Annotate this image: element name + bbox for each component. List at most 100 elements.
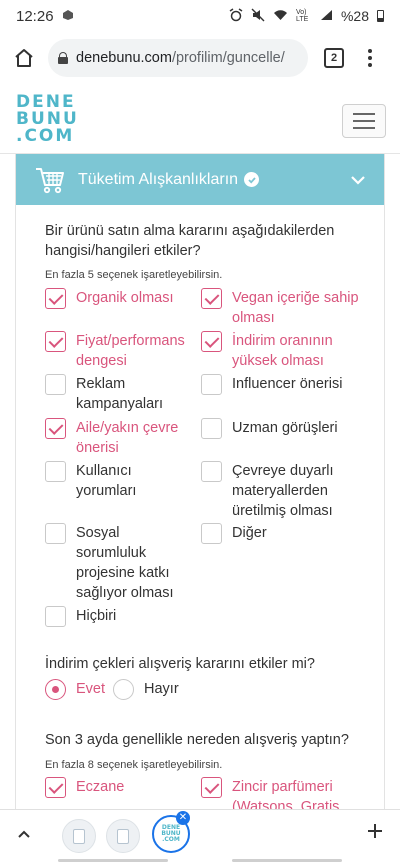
profile-form-panel: Tüketim Alışkanlıkların Bir ürünü satın …	[15, 154, 385, 809]
option-label: Influencer önerisi	[232, 376, 343, 392]
checkbox-checked[interactable]	[45, 331, 66, 352]
signal-icon	[320, 9, 333, 24]
network-label: Vo) LTE	[295, 9, 309, 23]
q3-option-zincir[interactable]: Zincir parfümeri (Watsons, Gratis	[201, 777, 361, 809]
q1-hint: En fazla 5 seçenek işaretleyebilirsin.	[45, 269, 223, 281]
checkbox[interactable]	[201, 374, 222, 395]
checkbox[interactable]	[201, 523, 222, 544]
option-label: Reklam kampanyaları	[76, 376, 164, 412]
close-tab-icon[interactable]: ✕	[176, 811, 190, 825]
option-label: Vegan içeriğe sahip olması	[232, 290, 359, 326]
browser-toolbar: denebunu.com/profilim/guncelle/ 2	[0, 32, 400, 84]
q1-question-text: Bir ürünü satın alma kararını aşağıdakil…	[45, 223, 335, 259]
checkbox[interactable]	[45, 606, 66, 627]
q1-option-uzman[interactable]: Uzman görüşleri	[201, 418, 361, 439]
battery-percent: %28	[340, 8, 369, 24]
notification-icon	[62, 9, 74, 24]
q2-option-evet[interactable]: Evet	[45, 679, 115, 700]
q1-option-indirim[interactable]: İndirim oranının yüksek olması	[201, 331, 361, 371]
logo-line-3: .COM	[16, 126, 75, 146]
option-label: Hiçbiri	[76, 608, 117, 624]
checkbox-checked[interactable]	[201, 288, 222, 309]
q1-option-cevre[interactable]: Çevreye duyarlı materyallerden üretilmiş…	[201, 461, 361, 521]
option-label: Eczane	[76, 779, 125, 795]
option-label: Kullanıcı yorumları	[76, 463, 137, 499]
option-label: Çevreye duyarlı materyallerden üretilmiş…	[232, 463, 334, 519]
checkbox[interactable]	[201, 461, 222, 482]
url-path: /profilim/guncelle/	[171, 50, 285, 66]
mini-logo-line-3: .COM	[162, 836, 180, 843]
lock-icon	[58, 52, 68, 64]
q1-option-hicbiri[interactable]: Hiçbiri	[45, 606, 195, 627]
q3-option-eczane[interactable]: Eczane	[45, 777, 195, 798]
browser-menu-button[interactable]	[358, 46, 382, 70]
cart-icon	[36, 167, 64, 193]
mini-logo: DENE BUNU .COM	[161, 825, 180, 843]
q1-option-sosyal[interactable]: Sosyal sorumluluk projesine katkı sağlıy…	[45, 523, 177, 603]
battery-icon	[377, 10, 384, 22]
q1-question: Bir ürünü satın alma kararını aşağıdakil…	[45, 221, 365, 281]
q3-hint: En fazla 8 seçenek işaretleyebilirsin.	[45, 759, 223, 771]
option-label: Aile/yakın çevre önerisi	[76, 420, 179, 456]
option-label: İndirim oranının yüksek olması	[232, 333, 333, 369]
checkbox[interactable]	[45, 374, 66, 395]
q3-question-text: Son 3 ayda genellikle nereden alışveriş …	[45, 732, 349, 748]
status-icons: Vo) LTE %28	[229, 7, 384, 25]
page-icon	[117, 828, 129, 844]
q1-option-kullanici[interactable]: Kullanıcı yorumları	[45, 461, 195, 501]
url-text: denebunu.com/profilim/guncelle/	[76, 50, 285, 66]
tab-switcher-button[interactable]: 2	[324, 48, 344, 68]
checkbox[interactable]	[201, 418, 222, 439]
q2-question-text: İndirim çekleri alışveriş kararını etkil…	[45, 656, 315, 672]
q3-question: Son 3 ayda genellikle nereden alışveriş …	[45, 730, 365, 771]
option-label: Zincir parfümeri (Watsons, Gratis	[232, 779, 340, 809]
q1-option-diger[interactable]: Diğer	[201, 523, 361, 544]
checkbox-checked[interactable]	[45, 777, 66, 798]
radio[interactable]	[113, 679, 134, 700]
check-badge-icon	[244, 172, 260, 187]
tab-thumbnail[interactable]	[106, 819, 140, 853]
radio-selected[interactable]	[45, 679, 66, 700]
option-label: Organik olması	[76, 290, 174, 306]
gesture-handle-left	[58, 859, 168, 862]
mute-icon	[251, 8, 265, 25]
option-label: Uzman görüşleri	[232, 420, 338, 436]
hamburger-menu-button[interactable]	[342, 104, 386, 138]
q1-option-vegan[interactable]: Vegan içeriğe sahip olması	[201, 288, 361, 328]
alarm-icon	[229, 7, 243, 25]
chevron-up-icon[interactable]	[16, 826, 32, 842]
status-time: 12:26	[16, 7, 54, 25]
wifi-icon	[273, 9, 288, 24]
status-bar: 12:26 Vo) LTE %28	[0, 0, 400, 32]
new-tab-icon[interactable]	[366, 822, 384, 840]
q1-option-influencer[interactable]: Influencer önerisi	[201, 374, 361, 395]
home-icon	[15, 49, 33, 67]
site-header: DENE BUNU .COM	[0, 84, 400, 154]
q1-option-organik[interactable]: Organik olması	[45, 288, 195, 309]
bottom-tab-bar: DENE BUNU .COM ✕	[0, 809, 400, 866]
option-label: Sosyal sorumluluk projesine katkı sağlıy…	[76, 525, 174, 601]
q1-option-aile[interactable]: Aile/yakın çevre önerisi	[45, 418, 195, 458]
page-icon	[73, 828, 85, 844]
q1-option-fiyat[interactable]: Fiyat/performans dengesi	[45, 331, 200, 371]
checkbox[interactable]	[45, 523, 66, 544]
checkbox[interactable]	[45, 461, 66, 482]
site-logo[interactable]: DENE BUNU .COM	[16, 94, 79, 145]
q1-option-reklam[interactable]: Reklam kampanyaları	[45, 374, 195, 414]
checkbox-checked[interactable]	[201, 331, 222, 352]
q2-option-hayir[interactable]: Hayır	[113, 679, 203, 700]
option-label: Evet	[76, 681, 106, 697]
address-bar[interactable]: denebunu.com/profilim/guncelle/	[48, 39, 308, 77]
option-label: Hayır	[144, 681, 179, 697]
checkbox-checked[interactable]	[201, 777, 222, 798]
section-header[interactable]: Tüketim Alışkanlıkların	[16, 154, 384, 205]
section-title: Tüketim Alışkanlıkların	[78, 170, 239, 188]
checkbox-checked[interactable]	[45, 418, 66, 439]
option-label: Fiyat/performans dengesi	[76, 333, 185, 369]
home-button[interactable]	[2, 36, 46, 80]
checkbox-checked[interactable]	[45, 288, 66, 309]
url-host: denebunu.com	[76, 50, 172, 66]
chevron-down-icon[interactable]	[350, 172, 366, 188]
tab-thumbnail[interactable]	[62, 819, 96, 853]
gesture-handle-right	[232, 859, 342, 862]
